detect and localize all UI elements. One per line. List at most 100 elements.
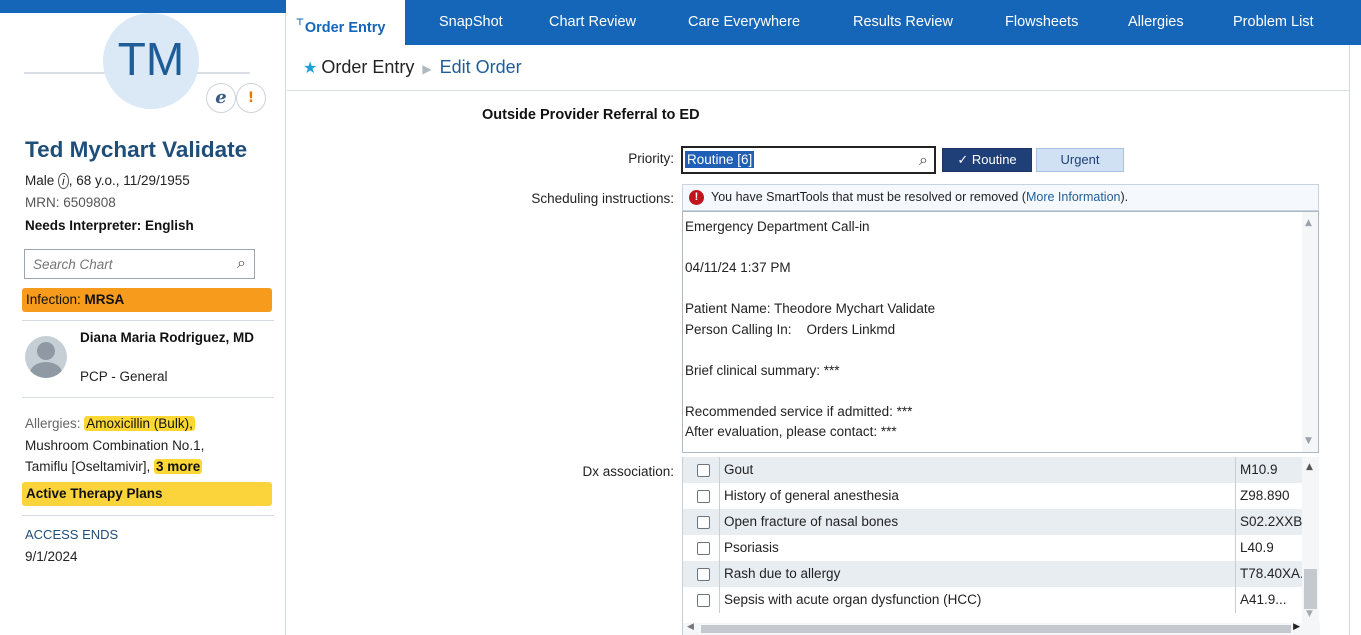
breadcrumb-divider	[287, 90, 1350, 91]
dx-name: Rash due to allergy	[719, 561, 840, 587]
dx-name: Psoriasis	[719, 535, 779, 561]
textarea-scrollbar[interactable]: ▲ ▼	[1302, 212, 1318, 452]
allergy-item[interactable]: Mushroom Combination No.1,	[25, 438, 204, 453]
patient-alert-icon[interactable]: !	[236, 83, 266, 113]
scroll-right-icon[interactable]: ▶	[1293, 622, 1300, 632]
error-icon: !	[689, 190, 704, 205]
dx-code: S02.2XXB	[1235, 509, 1303, 535]
tab-flowsheets[interactable]: Flowsheets	[1005, 0, 1078, 45]
dx-checkbox[interactable]	[697, 464, 710, 477]
priority-label: Priority:	[628, 151, 674, 166]
scroll-down-icon[interactable]: ▼	[1305, 436, 1312, 446]
sidebar-top-band	[0, 0, 286, 13]
dx-checkbox[interactable]	[697, 516, 710, 529]
scroll-left-icon[interactable]: ◀	[687, 622, 694, 632]
order-title: Outside Provider Referral to ED	[482, 107, 700, 123]
tab-chart-review[interactable]: Chart Review	[549, 0, 636, 45]
dx-name: Gout	[719, 457, 753, 483]
tab-problem-list[interactable]: Problem List	[1233, 0, 1314, 45]
patient-age-dob: , 68 y.o., 11/29/1955	[68, 173, 190, 188]
dx-checkbox[interactable]	[697, 594, 710, 607]
dx-code: M10.9	[1235, 457, 1303, 483]
dx-checkbox[interactable]	[697, 568, 710, 581]
sidebar-divider	[22, 397, 274, 398]
dx-code: L40.9	[1235, 535, 1303, 561]
patient-mrn: MRN: 6509808	[25, 195, 116, 210]
sidebar-divider	[22, 320, 274, 321]
dx-vertical-scrollbar[interactable]: ▲ ▼	[1302, 457, 1319, 623]
dx-association-label: Dx association:	[582, 464, 674, 479]
tab-allergies[interactable]: Allergies	[1128, 0, 1184, 45]
scrollbar-thumb[interactable]	[701, 625, 1291, 633]
scrollbar-thumb[interactable]	[1304, 569, 1317, 609]
allergy-item[interactable]: Amoxicillin (Bulk),	[84, 416, 195, 431]
dx-horizontal-scrollbar[interactable]: ◀ ▶	[683, 622, 1320, 635]
activity-tab-bar: ⊤Order Entry SnapShot Chart Review Care …	[286, 0, 1361, 45]
dx-row[interactable]: Open fracture of nasal bones S02.2XXB	[683, 509, 1303, 535]
tab-results-review[interactable]: Results Review	[853, 0, 953, 45]
info-icon[interactable]: i	[58, 173, 69, 189]
dx-name: Sepsis with acute organ dysfunction (HCC…	[719, 587, 981, 613]
pin-icon: ⊤	[296, 17, 304, 27]
interpreter-need: Needs Interpreter: English	[25, 218, 194, 233]
pcp-avatar	[25, 336, 67, 378]
access-ends-date: 9/1/2024	[25, 549, 78, 564]
dx-row[interactable]: Psoriasis L40.9	[683, 535, 1303, 561]
infection-banner[interactable]: Infection: MRSA	[22, 288, 272, 312]
search-chart-box[interactable]: ⌕	[24, 249, 255, 279]
smarttools-message: You have SmartTools that must be resolve…	[711, 190, 1026, 204]
routine-button[interactable]: ✓ Routine	[942, 148, 1032, 172]
dx-code: A41.9...	[1235, 587, 1303, 613]
patient-demographics: Male i, 68 y.o., 11/29/1955	[25, 173, 190, 189]
dx-name: History of general anesthesia	[719, 483, 899, 509]
order-entry-main: ★ Order Entry ▶ Edit Order Outside Provider…	[287, 45, 1361, 635]
dx-code: T78.40XA...	[1235, 561, 1303, 587]
care-everywhere-icon[interactable]: e	[206, 83, 236, 113]
breadcrumb-edit-order: Edit Order	[439, 57, 522, 77]
panel-edge	[1349, 45, 1350, 635]
more-information-link[interactable]: More Information	[1026, 190, 1120, 204]
pcp-role: PCP - General	[80, 369, 168, 384]
dx-row[interactable]: Gout M10.9	[683, 457, 1303, 483]
search-icon[interactable]: ⌕	[237, 253, 246, 273]
scroll-up-icon[interactable]: ▲	[1305, 218, 1312, 228]
patient-avatar[interactable]: TM	[103, 13, 199, 109]
smarttools-message-end: ).	[1120, 190, 1129, 204]
infection-label: Infection:	[26, 292, 85, 307]
allergies-section[interactable]: Allergies: Amoxicillin (Bulk), Mushroom …	[25, 413, 280, 478]
scheduling-instructions-text[interactable]: Emergency Department Call-in 04/11/24 1:…	[685, 217, 1295, 443]
priority-value[interactable]: Routine [6]	[685, 151, 755, 168]
patient-sex: Male	[25, 173, 55, 188]
tab-snapshot[interactable]: SnapShot	[439, 0, 503, 45]
tab-care-everywhere[interactable]: Care Everywhere	[688, 0, 800, 45]
allergies-label: Allergies:	[25, 416, 81, 431]
dx-checkbox[interactable]	[697, 490, 710, 503]
dx-row[interactable]: History of general anesthesia Z98.890	[683, 483, 1303, 509]
scheduling-instructions-label: Scheduling instructions:	[531, 191, 674, 206]
dx-row[interactable]: Sepsis with acute organ dysfunction (HCC…	[683, 587, 1303, 613]
search-chart-input[interactable]	[25, 250, 225, 278]
priority-field[interactable]: Routine [6] ⌕	[681, 146, 936, 174]
allergy-item[interactable]: Tamiflu [Oseltamivir],	[25, 459, 150, 474]
sidebar-divider	[22, 515, 274, 516]
pcp-name[interactable]: Diana Maria Rodriguez, MD	[80, 330, 270, 345]
allergies-more-link[interactable]: 3 more	[154, 459, 203, 474]
scheduling-instructions-textarea[interactable]: Emergency Department Call-in 04/11/24 1:…	[682, 211, 1319, 453]
patient-name[interactable]: Ted Mychart Validate	[25, 137, 247, 163]
dx-code: Z98.890	[1235, 483, 1303, 509]
dx-name: Open fracture of nasal bones	[719, 509, 898, 535]
dx-checkbox[interactable]	[697, 542, 710, 555]
breadcrumb-separator-icon: ▶	[422, 62, 432, 76]
breadcrumb-order-entry[interactable]: Order Entry	[321, 57, 414, 77]
scroll-down-icon[interactable]: ▼	[1306, 609, 1313, 619]
tab-order-entry[interactable]: ⊤Order Entry	[286, 0, 406, 45]
search-icon[interactable]: ⌕	[919, 150, 928, 170]
favorite-star-icon[interactable]: ★	[303, 60, 317, 77]
infection-value: MRSA	[84, 292, 125, 307]
access-ends-label: ACCESS ENDS	[25, 527, 119, 542]
active-therapy-plans-banner[interactable]: Active Therapy Plans	[22, 482, 272, 506]
urgent-button[interactable]: Urgent	[1036, 148, 1124, 172]
patient-sidebar: TM e ! Ted Mychart Validate Male i, 68 y…	[0, 0, 286, 635]
dx-row[interactable]: Rash due to allergy T78.40XA...	[683, 561, 1303, 587]
scroll-up-icon[interactable]: ▲	[1306, 462, 1313, 472]
